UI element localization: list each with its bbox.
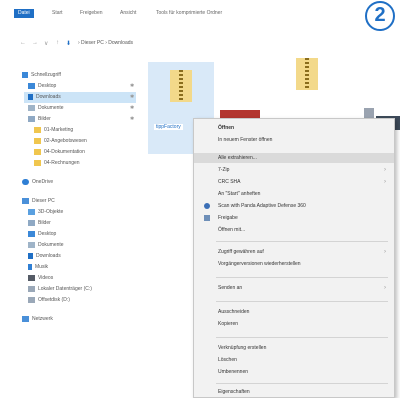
sidebar-item-dokumente[interactable]: Dokumente [28,103,64,114]
menu-item-in-neuem-fenster-oeffnen[interactable]: In neuem Fenster öffnen [194,135,394,145]
menu-item-oeffnen[interactable]: Öffnen [194,123,394,133]
menu-separator [216,383,388,384]
menu-item-verknuepfung-erstellen[interactable]: Verknüpfung erstellen [194,343,394,353]
menu-item-alle-extrahieren[interactable]: Alle extrahieren... [194,153,394,163]
sidebar-item-downloads-pc[interactable]: Downloads [28,251,61,262]
pin-icon: ✱ [130,94,135,100]
navigation-pane: Schnellzugriff Desktop ✱ Downloads ✱ Dok… [0,66,140,398]
tab-ansicht[interactable]: Ansicht [116,9,140,18]
sidebar-item-dieser-pc[interactable]: Dieser PC [22,196,55,207]
menu-item-umbenennen[interactable]: Umbenennen [194,367,394,377]
tab-freigeben[interactable]: Freigeben [76,9,107,18]
sidebar-item-02-angebotswesen[interactable]: 02-Angebotswesen [34,136,87,147]
sidebar-item-desktop[interactable]: Desktop [28,81,56,92]
sidebar-item-04-rechnungen[interactable]: 04-Rechnungen [34,158,80,169]
menu-item-an-start-anheften[interactable]: An "Start" anheften [194,189,394,199]
folder-icon [34,159,41,166]
network-icon [22,315,29,322]
menu-item-ausschneiden[interactable]: Ausschneiden [194,307,394,317]
menu-item-vorgaengerversionen[interactable]: Vorgängerversionen wiederherstellen [194,259,394,269]
chevron-right-icon: › [384,285,386,291]
drive-icon [28,285,35,292]
zip-folder-icon [170,70,192,102]
menu-item-scan-panda[interactable]: Scan with Panda Adaptive Defense 360 [194,201,394,211]
menu-item-eigenschaften[interactable]: Eigenschaften [194,387,394,397]
cube-icon [28,208,35,215]
download-arrow-icon: ⬇ [66,41,72,47]
chevron-right-icon: › [384,249,386,255]
sidebar-item-offsetdisk-d[interactable]: Offsetdisk (D:) [28,295,70,306]
sidebar-item-onedrive[interactable]: OneDrive [22,177,53,188]
forward-icon[interactable]: → [32,40,38,46]
sidebar-item-04-dokumentation[interactable]: 04-Dokumentation [34,147,85,158]
sidebar-item-bilder[interactable]: Bilder [28,114,51,125]
sidebar-item-dokumente-pc[interactable]: Dokumente [28,240,64,251]
menu-item-zugriff-gewaehren[interactable]: Zugriff gewähren auf › [194,247,394,257]
picture-icon [28,219,35,226]
tab-datei[interactable]: Datei [14,9,34,18]
drive-icon [28,296,35,303]
back-icon[interactable]: ← [20,40,26,46]
star-icon [22,71,28,78]
up-icon[interactable]: ↑ [56,40,59,46]
step-number-badge: 2 [365,1,395,31]
zip-folder-icon [296,58,318,90]
video-icon [28,274,35,281]
menu-item-crc-sha[interactable]: CRC SHA › [194,177,394,187]
sidebar-item-netzwerk[interactable]: Netzwerk [22,314,53,325]
sidebar-item-schnellzugriff[interactable]: Schnellzugriff [22,70,61,81]
folder-icon [34,126,41,133]
menu-item-oeffnen-mit[interactable]: Öffnen mit... [194,225,394,235]
sidebar-item-videos[interactable]: Videos [28,273,53,284]
download-icon [28,93,33,100]
sidebar-item-bilder-pc[interactable]: Bilder [28,218,51,229]
breadcrumb[interactable]: › Dieser PC › Downloads [78,40,133,46]
cloud-icon [22,178,29,185]
context-menu: Öffnen In neuem Fenster öffnen Alle extr… [193,118,395,398]
download-icon [28,252,33,259]
pin-icon: ✱ [130,105,135,111]
sidebar-item-lokaler-datentraeger-c[interactable]: Lokaler Datenträger (C:) [28,284,92,295]
recent-dropdown-icon[interactable]: ∨ [44,40,48,47]
chevron-right-icon: › [384,179,386,185]
sidebar-item-3d-objekte[interactable]: 3D-Objekte [28,207,63,218]
desktop-icon [28,82,35,89]
document-icon [28,241,35,248]
sidebar-item-musik[interactable]: Musik [28,262,48,273]
menu-item-senden-an[interactable]: Senden an › [194,283,394,293]
music-icon [28,263,32,270]
document-icon [28,104,35,111]
folder-icon [34,137,41,144]
sidebar-item-downloads[interactable]: Downloads [24,92,136,103]
chevron-right-icon: › [384,167,386,173]
desktop-icon [28,230,35,237]
menu-item-freigabe[interactable]: Freigabe [194,213,394,223]
pin-icon: ✱ [130,116,135,122]
tab-start[interactable]: Start [48,9,67,18]
folder-icon [34,148,41,155]
computer-icon [22,197,29,204]
menu-separator [216,277,388,278]
file-name-label[interactable]: tippFactory [154,124,183,130]
menu-separator [216,241,388,242]
share-icon [204,215,210,221]
ribbon: Datei Start Freigeben Ansicht Tools für … [0,0,400,22]
menu-item-7-zip[interactable]: 7-Zip › [194,165,394,175]
picture-icon [28,115,35,122]
menu-separator [216,301,388,302]
address-bar: ← → ∨ ↑ ⬇ › Dieser PC › Downloads [0,36,400,52]
pin-icon: ✱ [130,83,135,89]
menu-item-kopieren[interactable]: Kopieren [194,319,394,329]
menu-item-loeschen[interactable]: Löschen [194,355,394,365]
sidebar-item-desktop-pc[interactable]: Desktop [28,229,56,240]
menu-separator [216,337,388,338]
shield-icon [204,203,210,209]
tab-komprimierte-ordner-tools[interactable]: Tools für komprimierte Ordner [152,9,226,18]
sidebar-item-01-marketing[interactable]: 01-Marketing [34,125,73,136]
